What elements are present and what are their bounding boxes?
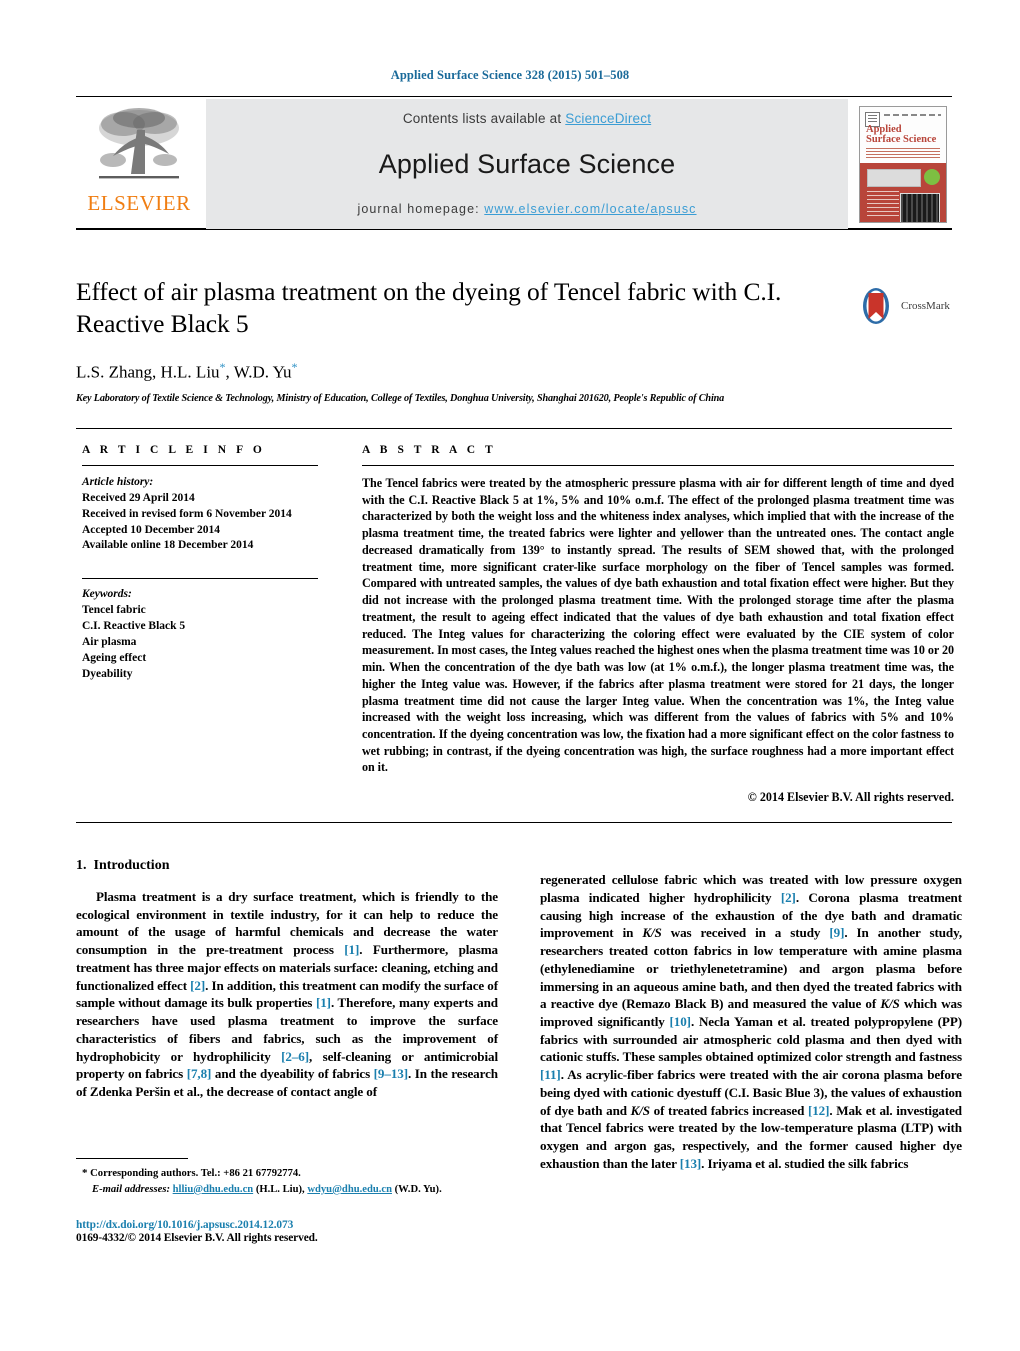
crossmark-badge[interactable]: CrossMark (856, 285, 952, 327)
keywords-label: Keywords: (82, 588, 132, 601)
keyword-item: Tencel fabric (82, 604, 146, 617)
author-corresponding-marker-2: * (291, 360, 298, 375)
history-item: Received in revised form 6 November 2014 (82, 507, 292, 520)
keyword-item: Air plasma (82, 635, 137, 648)
author-names-part2: , W.D. Yu (225, 362, 292, 382)
journal-masthead: ELSEVIER Contents lists available at Sci… (76, 96, 952, 230)
elsevier-logo: ELSEVIER (76, 99, 202, 229)
history-item: Accepted 10 December 2014 (82, 523, 221, 536)
cover-header-rule (884, 113, 941, 116)
email-link-2[interactable]: wdyu@dhu.edu.cn (307, 1184, 392, 1195)
author-names-part1: L.S. Zhang, H.L. Liu (76, 362, 220, 382)
corresponding-author-footnote: * Corresponding authors. Tel.: +86 21 67… (76, 1158, 498, 1197)
info-separator-bottom (76, 822, 952, 823)
doi-block: http://dx.doi.org/10.1016/j.apsusc.2014.… (76, 1219, 536, 1244)
homepage-prefix: journal homepage: (357, 202, 485, 216)
keywords-rule (82, 578, 318, 580)
section-heading-introduction: 1. Introduction (76, 858, 498, 874)
copyright-line: © 2014 Elsevier B.V. All rights reserved… (747, 790, 954, 805)
paper-page: Applied Surface Science 328 (2015) 501–5… (0, 0, 1020, 1351)
body-columns: 1. Introduction Plasma treatment is a dry… (76, 858, 962, 1186)
cover-green-badge-icon (924, 168, 940, 185)
email-owner-2: (W.D. Yu). (394, 1183, 442, 1195)
cover-toc-lines (867, 190, 899, 218)
abstract-rule (362, 465, 954, 466)
elsevier-tree-icon (99, 108, 179, 179)
intro-paragraph-right: regenerated cellulose fabric which was t… (540, 872, 962, 1171)
journal-title: Applied Surface Science (378, 148, 676, 179)
cover-image: Applied Surface Science (859, 105, 947, 223)
running-head: Applied Surface Science 328 (2015) 501–5… (390, 68, 630, 82)
abstract-text: The Tencel fabrics were treated by the a… (362, 476, 954, 775)
info-separator-top (76, 428, 952, 429)
body-column-right: regenerated cellulose fabric which was t… (540, 858, 962, 1186)
footnote-corresponding-line: * Corresponding authors. Tel.: +86 21 67… (76, 1166, 498, 1182)
journal-cover-thumbnail[interactable]: Applied Surface Science (854, 99, 952, 229)
article-info-column: A R T I C L E I N F O Article history: R… (82, 444, 318, 682)
cover-grey-box (867, 168, 921, 187)
abstract-heading: A B S T R A C T (362, 444, 497, 456)
history-item: Available online 18 December 2014 (82, 539, 254, 552)
sciencedirect-link[interactable]: ScienceDirect (565, 111, 651, 126)
cover-journal-name-line2: Surface Science (866, 134, 937, 146)
email-owner-1: (H.L. Liu), (255, 1183, 305, 1195)
keywords-block: Keywords: Tencel fabric C.I. Reactive Bl… (82, 578, 318, 682)
body-column-left: 1. Introduction Plasma treatment is a dry… (76, 858, 498, 1186)
title-block: Effect of air plasma treatment on the dy… (76, 276, 952, 404)
footnote-corresponding-text: Corresponding authors. Tel.: +86 21 6779… (90, 1168, 301, 1179)
section-number: 1. (76, 858, 87, 873)
contents-prefix: Contents lists available at (402, 111, 566, 126)
article-history-block: Article history: Received 29 April 2014 … (82, 475, 318, 554)
email-link-1[interactable]: hlliu@dhu.edu.cn (173, 1184, 254, 1195)
footnote-email-line: E-mail addresses: hlliu@dhu.edu.cn (H.L.… (76, 1182, 498, 1197)
footnote-rule (76, 1158, 188, 1159)
cover-subtitle-lines (866, 147, 940, 158)
keyword-item: Ageing effect (82, 651, 147, 664)
article-info-rule (82, 465, 318, 466)
cover-micrograph-image (900, 192, 940, 222)
journal-band: Contents lists available at ScienceDirec… (206, 99, 848, 229)
article-info-heading: A R T I C L E I N F O (82, 444, 266, 456)
elsevier-wordmark: ELSEVIER (87, 191, 191, 215)
journal-homepage-line: journal homepage: www.elsevier.com/locat… (357, 202, 696, 216)
article-history-label: Article history: (82, 476, 154, 488)
keyword-item: C.I. Reactive Black 5 (82, 620, 186, 633)
crossmark-icon (863, 288, 889, 324)
keyword-item: Dyeability (82, 667, 133, 680)
doi-link[interactable]: http://dx.doi.org/10.1016/j.apsusc.2014.… (76, 1219, 536, 1231)
issn-copyright-line: 0169-4332/© 2014 Elsevier B.V. All right… (76, 1232, 318, 1244)
journal-homepage-link[interactable]: www.elsevier.com/locate/apsusc (484, 202, 696, 216)
footnote-star-marker: * (82, 1167, 88, 1179)
affiliation: Key Laboratory of Textile Science & Tech… (76, 392, 725, 404)
email-addresses-label: E-mail addresses: (92, 1183, 170, 1195)
section-title: Introduction (93, 858, 170, 873)
cover-journal-name: Applied Surface Science (866, 124, 941, 146)
page-title: Effect of air plasma treatment on the dy… (76, 277, 782, 339)
author-list: L.S. Zhang, H.L. Liu*, W.D. Yu* (76, 360, 952, 383)
abstract-column: A B S T R A C T The Tencel fabrics were … (362, 444, 954, 805)
crossmark-label: CrossMark (901, 300, 950, 312)
contents-available-line: Contents lists available at ScienceDirec… (403, 111, 651, 126)
history-item: Received 29 April 2014 (82, 491, 195, 504)
intro-paragraph-left: Plasma treatment is a dry surface treatm… (76, 889, 499, 1100)
